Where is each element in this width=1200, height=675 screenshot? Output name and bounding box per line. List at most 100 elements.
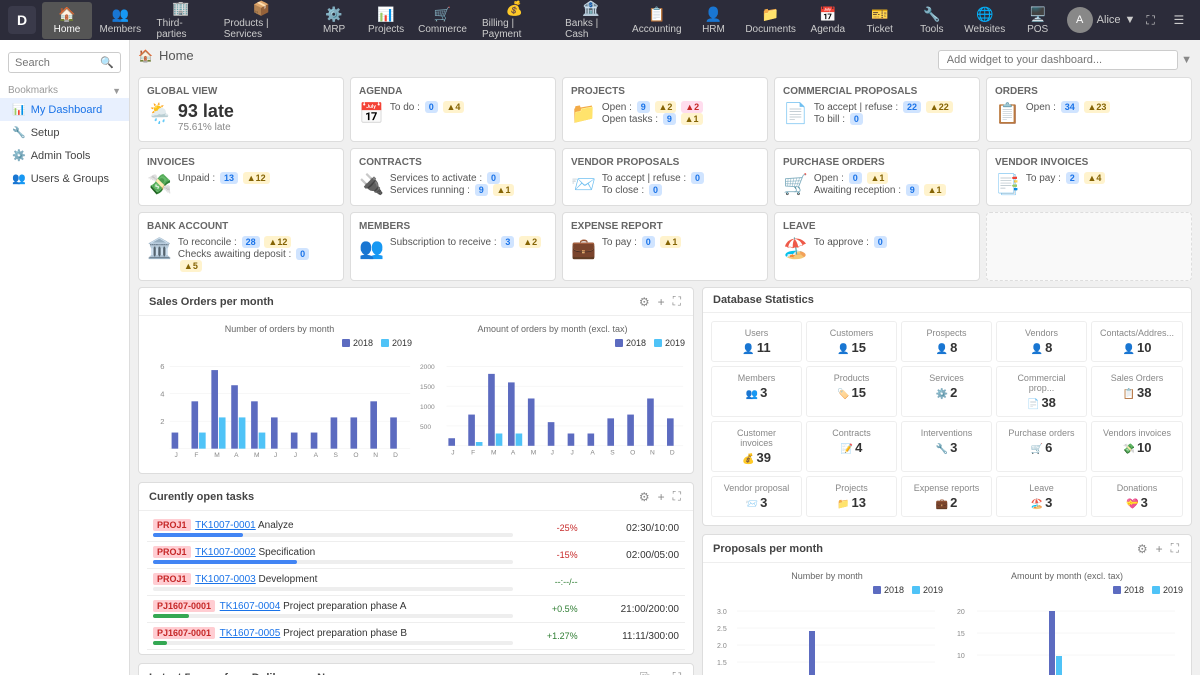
stat-cell-commercial-prop---[interactable]: Commercial prop...📄38 xyxy=(996,366,1087,417)
stat-cell-purchase-orders[interactable]: Purchase orders🛒6 xyxy=(996,421,1087,472)
search-input[interactable] xyxy=(15,57,100,69)
card-projects[interactable]: PROJECTS 📁 Open : 9 ▲2 ▲2 Open tasks : 9… xyxy=(562,77,768,142)
nav-agenda[interactable]: 📅 Agenda xyxy=(803,2,853,39)
stat-cell-expense-reports[interactable]: Expense reports💼2 xyxy=(901,476,992,517)
card-vendor-invoices[interactable]: VENDOR INVOICES 📑 To pay : 2 ▲4 xyxy=(986,148,1192,206)
bank-card-icon: 🏛️ xyxy=(147,236,172,261)
stat-cell-contacts-addres---[interactable]: Contacts/Addres...👤10 xyxy=(1091,321,1183,362)
search-box[interactable]: 🔍 xyxy=(8,52,121,73)
proposals-charts-container: Number by month 2018 2019 xyxy=(711,571,1183,675)
third-parties-icon: 🏢 xyxy=(172,0,189,17)
stat-cell-vendor-proposal[interactable]: Vendor proposal📨3 xyxy=(711,476,802,517)
card-members[interactable]: MEMBERS 👥 Subscription to receive : 3 ▲2 xyxy=(350,212,556,281)
orders-amount-chart: Amount of orders by month (excl. tax) 20… xyxy=(420,324,685,465)
stat-cell-users[interactable]: Users👤11 xyxy=(711,321,802,362)
sidebar-item-setup[interactable]: 🔧 Setup xyxy=(0,121,129,144)
card-expense-report[interactable]: EXPENSE REPORT 💼 To pay : 0 ▲1 xyxy=(562,212,768,281)
nav-home[interactable]: 🏠 Home xyxy=(42,2,92,39)
stat-cell-interventions[interactable]: Interventions🔧3 xyxy=(901,421,992,472)
card-invoices[interactable]: INVOICES 💸 Unpaid : 13 ▲12 xyxy=(138,148,344,206)
stat-cell-vendors[interactable]: Vendors👤8 xyxy=(996,321,1087,362)
news-add-button[interactable]: + xyxy=(656,670,667,675)
proposals-expand-button[interactable]: ⛶ xyxy=(1169,541,1181,556)
nav-accounting[interactable]: 📋 Accounting xyxy=(627,2,686,39)
nav-banks[interactable]: 🏦 Banks | Cash xyxy=(557,0,625,44)
dashboard-icon: 📊 xyxy=(12,103,26,116)
stat-cell-customers[interactable]: Customers👤15 xyxy=(806,321,897,362)
ticket-icon: 🎫 xyxy=(871,6,888,23)
card-contracts[interactable]: CONTRACTS 🔌 Services to activate : 0 Ser… xyxy=(350,148,556,206)
stat-cell-contracts[interactable]: Contracts📝4 xyxy=(806,421,897,472)
stat-cell-leave[interactable]: Leave🏖️3 xyxy=(996,476,1087,517)
stat-cell-projects[interactable]: Projects📁13 xyxy=(806,476,897,517)
top-navigation: D 🏠 Home 👥 Members 🏢 Third-parties 📦 Pro… xyxy=(0,0,1200,40)
card-bank-account[interactable]: BANK ACCOUNT 🏛️ To reconcile : 28 ▲12 Ch… xyxy=(138,212,344,281)
sidebar-item-users-groups[interactable]: 👥 Users & Groups xyxy=(0,167,129,190)
tasks-add-button[interactable]: + xyxy=(656,489,667,504)
svg-text:2000: 2000 xyxy=(420,364,435,371)
nav-members[interactable]: 👥 Members xyxy=(94,2,147,39)
stat-cell-donations[interactable]: Donations💝3 xyxy=(1091,476,1183,517)
members-icon: 👥 xyxy=(112,6,129,23)
card-global-view[interactable]: GLOBAL VIEW 🌦️ 93 late 75.61% late xyxy=(138,77,344,142)
svg-text:J: J xyxy=(294,452,297,459)
tasks-filter-button[interactable]: ⚙ xyxy=(637,489,652,504)
nav-pos[interactable]: 🖥️ POS xyxy=(1013,2,1063,39)
nav-websites[interactable]: 🌐 Websites xyxy=(959,2,1011,39)
user-menu[interactable]: A Alice ▼ xyxy=(1067,7,1136,33)
svg-text:500: 500 xyxy=(420,424,431,431)
news-panel: Latest 5 news from Dolibarr.org News ⎘ +… xyxy=(138,663,694,675)
settings-button[interactable]: ☰ xyxy=(1166,13,1192,27)
sidebar-item-admin-tools[interactable]: ⚙️ Admin Tools xyxy=(0,144,129,167)
nav-third-parties[interactable]: 🏢 Third-parties xyxy=(149,0,214,44)
stat-cell-vendors-invoices[interactable]: Vendors invoices💸10 xyxy=(1091,421,1183,472)
app-logo: D xyxy=(8,6,36,34)
nav-documents[interactable]: 📁 Documents xyxy=(740,2,800,39)
nav-projects[interactable]: 📊 Projects xyxy=(361,2,411,39)
stat-cell-customer-invoices[interactable]: Customer invoices💰39 xyxy=(711,421,802,472)
breadcrumb: 🏠 Home xyxy=(138,48,194,63)
stat-cell-prospects[interactable]: Prospects👤8 xyxy=(901,321,992,362)
expand-button[interactable]: ⛶ xyxy=(671,294,683,309)
svg-text:A: A xyxy=(511,449,516,456)
stat-cell-sales-orders[interactable]: Sales Orders📋38 xyxy=(1091,366,1183,417)
filter-button[interactable]: ⚙ xyxy=(637,294,652,309)
news-copy-button[interactable]: ⎘ xyxy=(638,670,652,675)
nav-tools[interactable]: 🔧 Tools xyxy=(907,2,957,39)
svg-text:M: M xyxy=(214,452,220,459)
legend-amount-2019-dot xyxy=(654,339,662,347)
svg-text:D: D xyxy=(670,449,675,456)
card-orders[interactable]: ORDERS 📋 Open : 34 ▲23 xyxy=(986,77,1192,142)
nav-ticket[interactable]: 🎫 Ticket xyxy=(855,2,905,39)
svg-text:O: O xyxy=(353,452,358,459)
stat-cell-services[interactable]: Services⚙️2 xyxy=(901,366,992,417)
sidebar-item-dashboard[interactable]: 📊 My Dashboard xyxy=(0,98,129,121)
tasks-expand-button[interactable]: ⛶ xyxy=(671,489,683,504)
nav-hrm[interactable]: 👤 HRM xyxy=(688,2,738,39)
card-purchase-orders[interactable]: PURCHASE ORDERS 🛒 Open : 0 ▲1 Awaiting r… xyxy=(774,148,980,206)
chevron-down-icon: ▼ xyxy=(1125,14,1136,26)
news-expand-button[interactable]: ⛶ xyxy=(671,670,683,675)
users-groups-icon: 👥 xyxy=(12,172,26,185)
billing-icon: 💰 xyxy=(506,0,523,17)
proposals-filter-button[interactable]: ⚙ xyxy=(1135,541,1150,556)
table-row: PJ1607-0001 TK1607-0005 Project preparat… xyxy=(147,623,685,650)
card-vendor-proposals[interactable]: VENDOR PROPOSALS 📨 To accept | refuse : … xyxy=(562,148,768,206)
add-button[interactable]: + xyxy=(656,294,667,309)
proposals-add-button[interactable]: + xyxy=(1154,541,1165,556)
legend-2019-dot xyxy=(381,339,389,347)
widget-search-input[interactable] xyxy=(938,50,1178,70)
widget-search[interactable]: ▼ xyxy=(938,50,1192,70)
stat-cell-products[interactable]: Products🏷️15 xyxy=(806,366,897,417)
card-commercial-proposals[interactable]: COMMERCIAL PROPOSALS 📄 To accept | refus… xyxy=(774,77,980,142)
fullscreen-button[interactable]: ⛶ xyxy=(1137,13,1163,28)
stat-cell-members[interactable]: Members👥3 xyxy=(711,366,802,417)
card-leave[interactable]: LEAVE 🏖️ To approve : 0 xyxy=(774,212,980,281)
chevron-down-icon: ▼ xyxy=(1181,54,1192,66)
nav-products[interactable]: 📦 Products | Services xyxy=(216,0,307,44)
nav-billing[interactable]: 💰 Billing | Payment xyxy=(474,0,555,44)
nav-commerce[interactable]: 🛒 Commerce xyxy=(413,2,472,39)
svg-text:15: 15 xyxy=(957,631,965,638)
card-agenda[interactable]: AGENDA 📅 To do : 0 ▲4 xyxy=(350,77,556,142)
nav-mrp[interactable]: ⚙️ MRP xyxy=(309,2,359,39)
